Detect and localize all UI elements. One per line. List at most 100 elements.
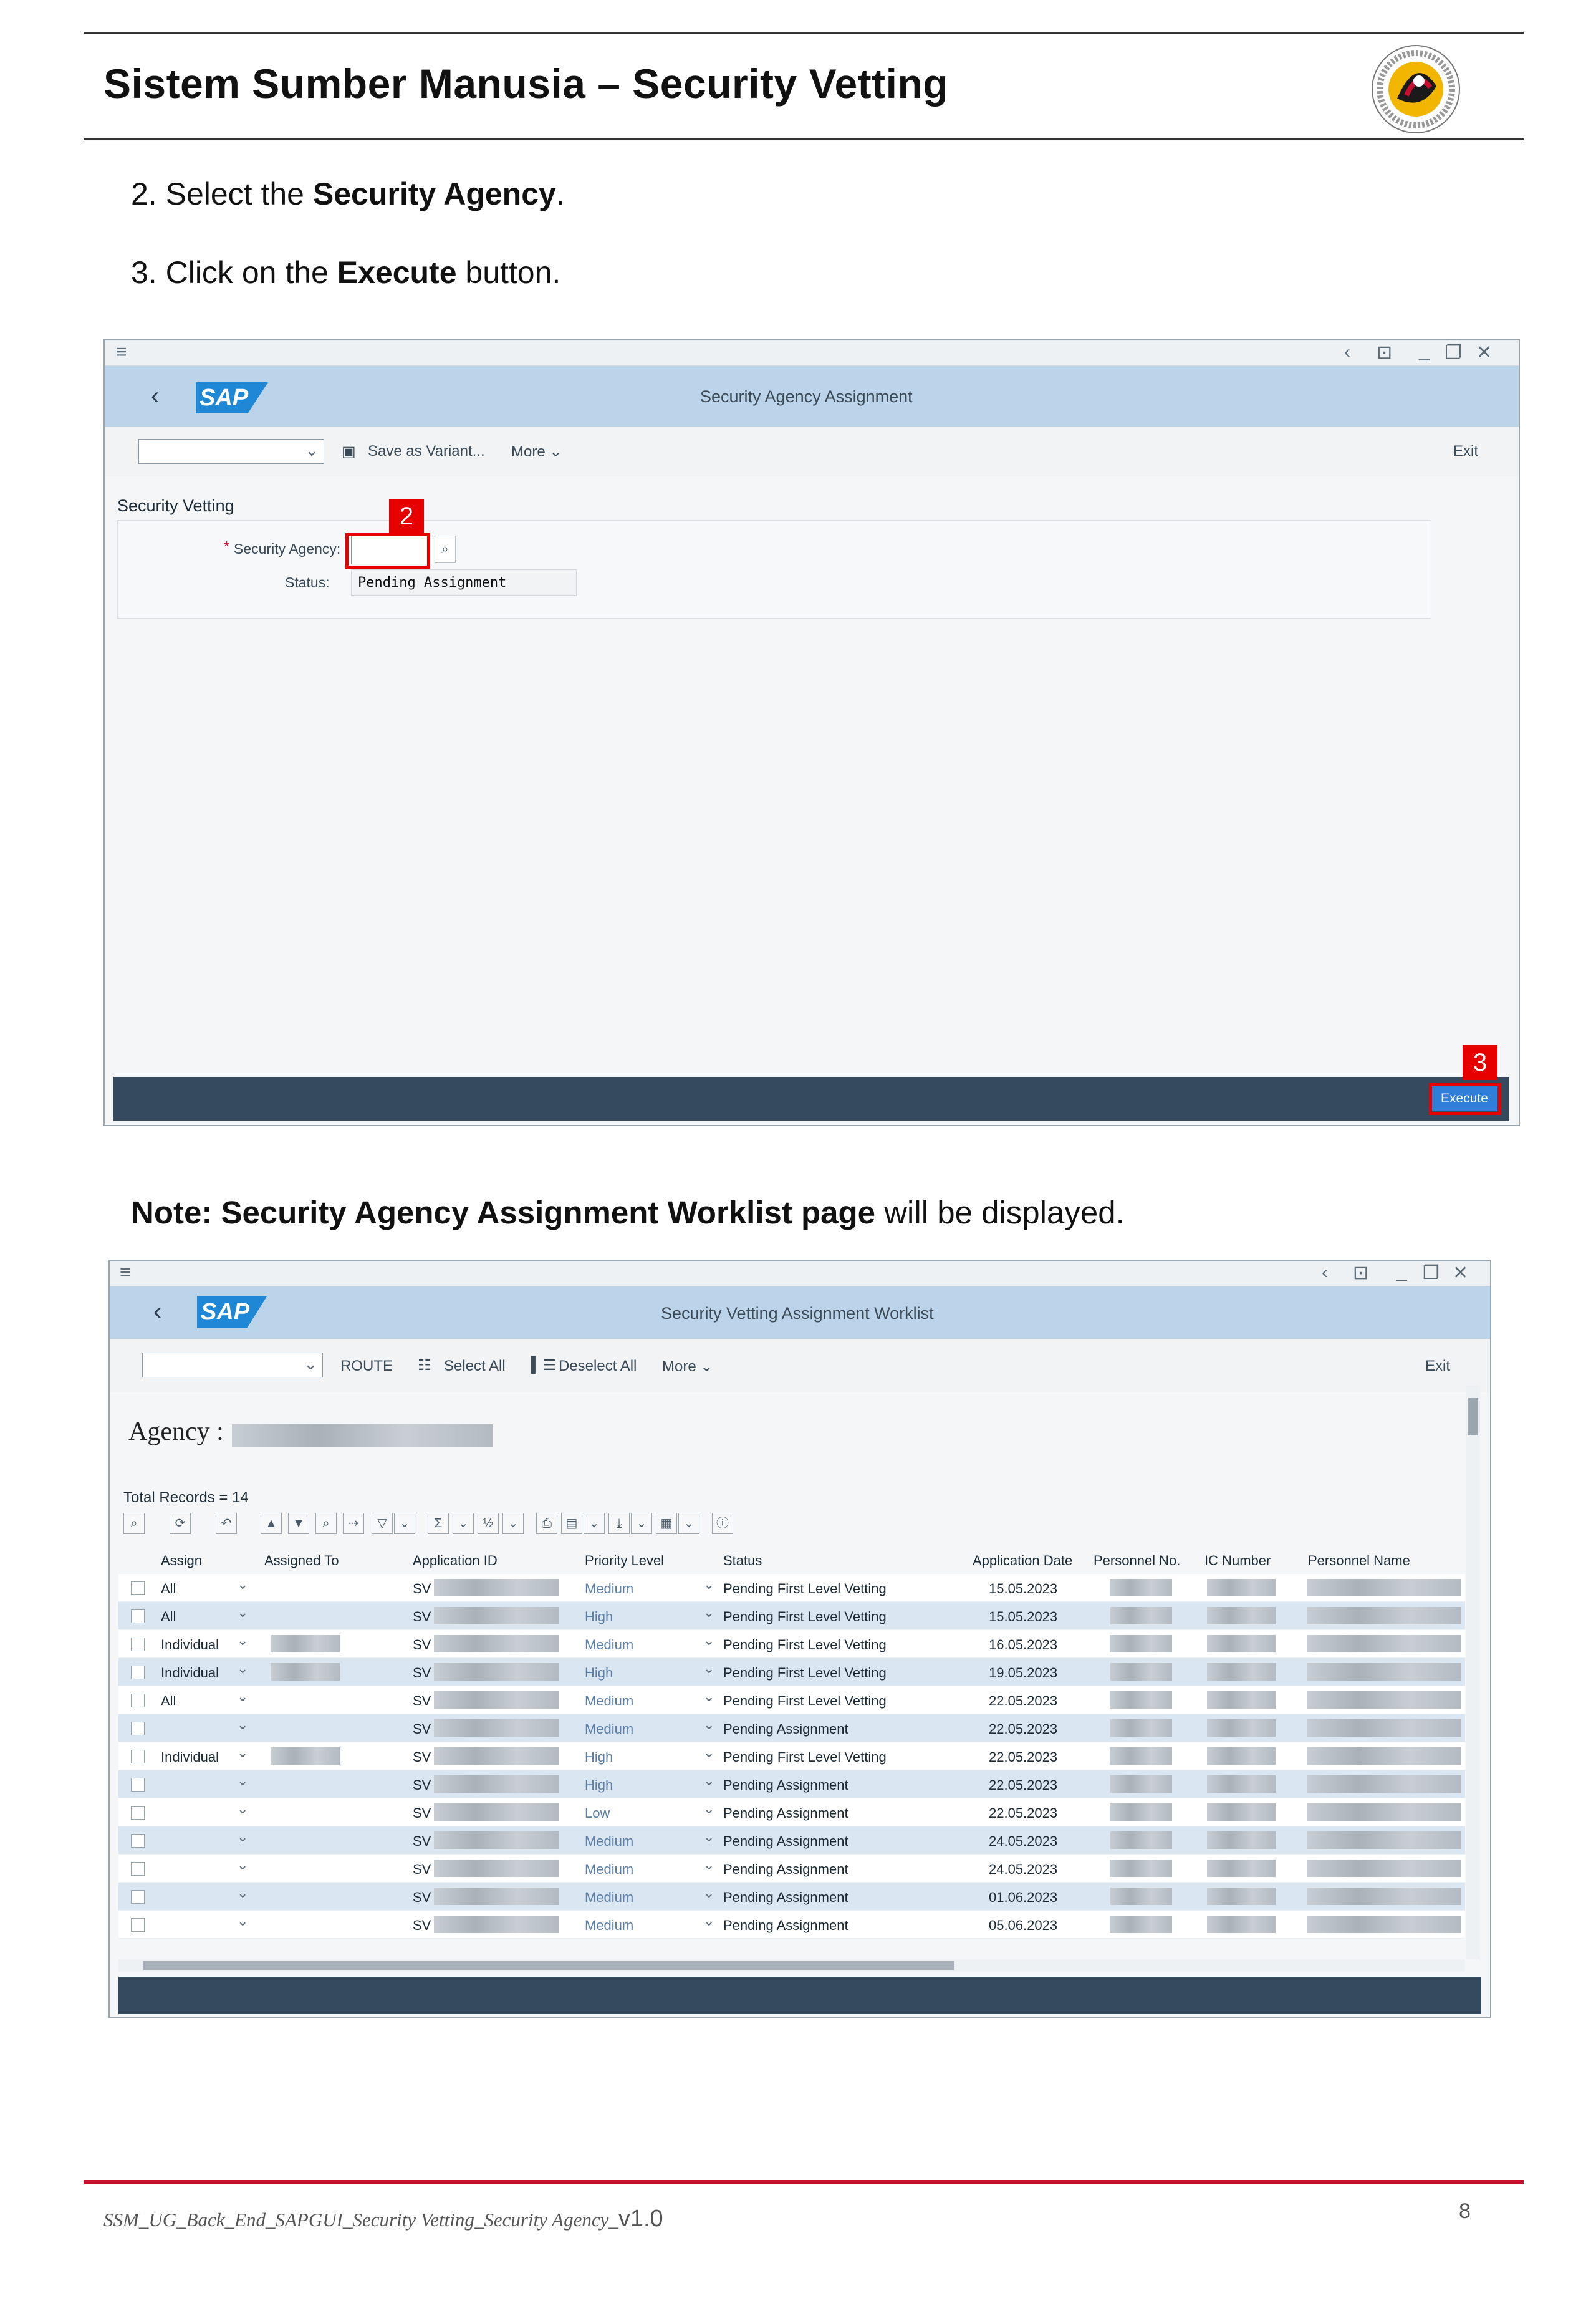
row-checkbox[interactable] (131, 1918, 145, 1932)
row-checkbox[interactable] (131, 1862, 145, 1876)
priority-level[interactable]: Medium (585, 1889, 633, 1906)
row-checkbox[interactable] (131, 1722, 145, 1735)
close-icon[interactable]: ✕ (1453, 1262, 1468, 1284)
sort-descending-icon[interactable]: ▼ (288, 1513, 309, 1534)
chevron-down-icon[interactable]: ⌄ (237, 1829, 248, 1845)
chevron-down-icon[interactable]: ⌄ (237, 1661, 248, 1677)
chevron-down-icon[interactable]: ⌄ (703, 1773, 714, 1789)
value-help-search-icon[interactable]: ⌕ (435, 536, 456, 563)
sort-ascending-icon[interactable]: ▲ (261, 1513, 282, 1534)
chevron-down-icon[interactable]: ⌄ (703, 1913, 714, 1929)
priority-level[interactable]: Medium (585, 1721, 633, 1737)
close-icon[interactable]: ✕ (1476, 342, 1492, 364)
column-header-personnel-no[interactable]: Personnel No. (1094, 1553, 1180, 1569)
table-row[interactable]: All ⌄ SV Medium ⌄ Pending First Level Vetting… (118, 1574, 1465, 1602)
deselect-all-icon[interactable]: ▍☰ (531, 1356, 556, 1374)
chevron-down-icon[interactable]: ⌄ (237, 1633, 248, 1649)
view-dropdown-icon[interactable]: ⌄ (584, 1513, 605, 1534)
lock-icon[interactable]: ⊡ (1377, 342, 1392, 364)
details-icon[interactable]: ⌕ (123, 1513, 145, 1534)
table-row[interactable]: All ⌄ SV High ⌄ Pending First Level Vetting 15… (118, 1602, 1465, 1630)
menu-icon[interactable]: ≡ (116, 342, 127, 363)
save-as-variant-button[interactable]: Save as Variant... (368, 443, 485, 460)
print-icon[interactable]: ⎙ (536, 1513, 557, 1534)
subtotal-icon[interactable]: ½ (478, 1513, 499, 1534)
info-icon[interactable]: ⓘ (712, 1513, 733, 1534)
chevron-down-icon[interactable]: ⌄ (703, 1829, 714, 1845)
chevron-down-icon[interactable]: ⌄ (237, 1885, 248, 1901)
horizontal-scroll-thumb[interactable] (143, 1961, 954, 1970)
column-header-application-date[interactable]: Application Date (973, 1553, 1072, 1569)
assign-select[interactable]: All (161, 1609, 176, 1625)
row-checkbox[interactable] (131, 1581, 145, 1595)
exit-button[interactable]: Exit (1453, 443, 1478, 460)
table-row[interactable]: Individual ⌄ SV Medium ⌄ Pending First Level … (118, 1630, 1465, 1658)
chevron-down-icon[interactable]: ⌄ (703, 1661, 714, 1677)
layout-icon[interactable]: ▦ (656, 1513, 677, 1534)
priority-level[interactable]: Medium (585, 1581, 633, 1597)
row-checkbox[interactable] (131, 1666, 145, 1679)
view-icon[interactable]: ▤ (561, 1513, 582, 1534)
column-header-personnel-name[interactable]: Personnel Name (1308, 1553, 1410, 1569)
variant-dropdown[interactable]: ⌄ (142, 1353, 323, 1377)
select-all-icon[interactable]: ☷ (418, 1356, 431, 1374)
column-header-application-id[interactable]: Application ID (413, 1553, 498, 1569)
back-icon[interactable]: ‹ (151, 382, 159, 410)
chevron-left-icon[interactable]: ‹ (1344, 342, 1350, 363)
column-header-priority-level[interactable]: Priority Level (585, 1553, 664, 1569)
chevron-down-icon[interactable]: ⌄ (703, 1801, 714, 1817)
chevron-down-icon[interactable]: ⌄ (703, 1745, 714, 1761)
deselect-all-button[interactable]: Deselect All (559, 1358, 637, 1375)
restore-icon[interactable]: ❐ (1423, 1262, 1440, 1284)
filter-dropdown-icon[interactable]: ⌄ (394, 1513, 415, 1534)
table-row[interactable]: ⌄ SV Medium ⌄ Pending Assignment 22.05.2023 (118, 1714, 1465, 1742)
chevron-down-icon[interactable]: ⌄ (703, 1633, 714, 1649)
row-checkbox[interactable] (131, 1806, 145, 1820)
priority-level[interactable]: Medium (585, 1693, 633, 1709)
row-checkbox[interactable] (131, 1890, 145, 1904)
undo-icon[interactable]: ↶ (216, 1513, 237, 1534)
chevron-down-icon[interactable]: ⌄ (237, 1689, 248, 1705)
table-row[interactable]: ⌄ SV Medium ⌄ Pending Assignment 05.06.2023 (118, 1911, 1465, 1939)
priority-level[interactable]: Low (585, 1805, 610, 1821)
restore-icon[interactable]: ❐ (1445, 342, 1462, 364)
table-row[interactable]: All ⌄ SV Medium ⌄ Pending First Level Vetting… (118, 1686, 1465, 1714)
row-checkbox[interactable] (131, 1778, 145, 1792)
table-row[interactable]: ⌄ SV Medium ⌄ Pending Assignment 24.05.2023 (118, 1855, 1465, 1883)
priority-level[interactable]: Medium (585, 1861, 633, 1878)
priority-level[interactable]: High (585, 1749, 613, 1765)
priority-level[interactable]: High (585, 1609, 613, 1625)
back-icon[interactable]: ‹ (153, 1298, 161, 1326)
chevron-down-icon[interactable]: ⌄ (237, 1913, 248, 1929)
chevron-down-icon[interactable]: ⌄ (703, 1885, 714, 1901)
variant-dropdown[interactable]: ⌄ (138, 439, 324, 464)
column-header-assigned-to[interactable]: Assigned To (264, 1553, 339, 1569)
priority-level[interactable]: Medium (585, 1918, 633, 1934)
assign-select[interactable]: Individual (161, 1749, 219, 1765)
chevron-down-icon[interactable]: ⌄ (237, 1801, 248, 1817)
chevron-down-icon[interactable]: ⌄ (703, 1857, 714, 1873)
assign-select[interactable]: All (161, 1693, 176, 1709)
find-next-icon[interactable]: ⇢ (343, 1513, 364, 1534)
sum-dropdown-icon[interactable]: ⌄ (453, 1513, 474, 1534)
route-button[interactable]: ROUTE (340, 1358, 393, 1375)
assign-select[interactable]: All (161, 1581, 176, 1597)
sum-icon[interactable]: Σ (428, 1513, 449, 1534)
exit-button[interactable]: Exit (1425, 1358, 1450, 1375)
row-checkbox[interactable] (131, 1609, 145, 1623)
export-dropdown-icon[interactable]: ⌄ (631, 1513, 652, 1534)
row-checkbox[interactable] (131, 1750, 145, 1763)
row-checkbox[interactable] (131, 1694, 145, 1707)
layout-dropdown-icon[interactable]: ⌄ (678, 1513, 699, 1534)
chevron-down-icon[interactable]: ⌄ (237, 1604, 248, 1621)
assign-select[interactable]: Individual (161, 1665, 219, 1681)
filter-icon[interactable]: ▽ (372, 1513, 393, 1534)
table-row[interactable]: Individual ⌄ SV High ⌄ Pending First Level Ve… (118, 1658, 1465, 1686)
table-row[interactable]: ⌄ SV Medium ⌄ Pending Assignment 01.06.2023 (118, 1883, 1465, 1911)
chevron-down-icon[interactable]: ⌄ (703, 1604, 714, 1621)
priority-level[interactable]: High (585, 1665, 613, 1681)
find-icon[interactable]: ⌕ (315, 1513, 337, 1534)
subtotal-dropdown-icon[interactable]: ⌄ (502, 1513, 524, 1534)
menu-icon[interactable]: ≡ (120, 1262, 131, 1283)
chevron-down-icon[interactable]: ⌄ (703, 1576, 714, 1593)
